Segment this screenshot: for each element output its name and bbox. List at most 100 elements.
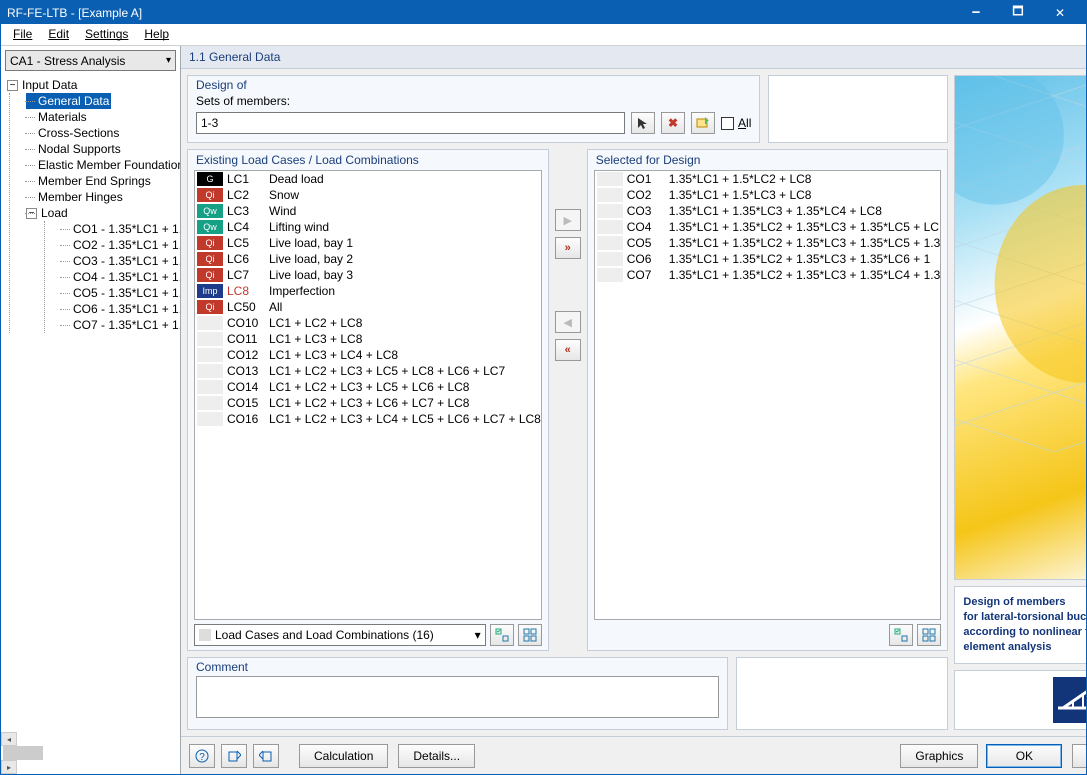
all-checkbox[interactable]: All [721,116,751,130]
design-aside-box [768,75,948,143]
load-case-desc: Live load, bay 1 [269,235,541,251]
help-button[interactable]: ? [189,744,215,768]
tree-item[interactable]: Cross-Sections [26,125,180,141]
close-button[interactable]: ✕ [1040,3,1080,23]
add-one-button[interactable]: ▶ [555,209,581,231]
selected-row[interactable]: CO31.35*LC1 + 1.35*LC3 + 1.35*LC4 + LC8 [595,203,941,219]
load-case-row[interactable]: QiLC2Snow [195,187,541,203]
tree-load-item[interactable]: CO2 - 1.35*LC1 + 1.5*LC3 [61,237,180,253]
comment-input[interactable] [196,676,719,718]
load-case-row[interactable]: QiLC50All [195,299,541,315]
side-column: RF-FE-LTB Design of members for lateral-… [954,75,1086,730]
load-case-row[interactable]: QiLC5Live load, bay 1 [195,235,541,251]
menu-settings[interactable]: Settings [77,24,136,45]
tree-load-node[interactable]: −Load [26,205,180,221]
collapse-icon[interactable]: − [26,208,37,219]
tree-load-item[interactable]: CO7 - 1.35*LC1 + 1.35*LC2 [61,317,180,333]
load-case-row[interactable]: QwLC4Lifting wind [195,219,541,235]
deselect-all-selected-button[interactable] [917,624,941,646]
selected-row[interactable]: CO61.35*LC1 + 1.35*LC2 + 1.35*LC3 + 1.35… [595,251,941,267]
combo-id: CO3 [627,203,669,219]
nav-hscrollbar[interactable]: ◂ ▸ [1,732,180,774]
clear-selection-button[interactable]: ✖ [661,112,685,134]
filter-combo[interactable]: Load Cases and Load Combinations (16) ▾ [194,624,486,646]
ok-button[interactable]: OK [986,744,1062,768]
select-all-selected-button[interactable] [889,624,913,646]
filter-label: Load Cases and Load Combinations (16) [215,628,434,642]
tree-load-item[interactable]: CO5 - 1.35*LC1 + 1.35*LC2 [61,285,180,301]
pick-from-model-button[interactable] [631,112,655,134]
tree-load-item[interactable]: CO4 - 1.35*LC1 + 1.35*LC2 [61,269,180,285]
details-button[interactable]: Details... [398,744,475,768]
load-case-desc: Lifting wind [269,219,541,235]
remove-one-button[interactable]: ◀ [555,311,581,333]
load-case-row[interactable]: GLC1Dead load [195,171,541,187]
graphics-button[interactable]: Graphics [900,744,978,768]
tree-item[interactable]: Elastic Member Foundations [26,157,180,173]
selected-row[interactable]: CO21.35*LC1 + 1.5*LC3 + LC8 [595,187,941,203]
load-case-row[interactable]: CO13LC1 + LC2 + LC3 + LC5 + LC8 + LC6 + … [195,363,541,379]
new-icon [696,116,710,130]
cancel-button[interactable]: Cancel [1072,744,1086,768]
load-case-id: LC8 [227,283,269,299]
load-case-row[interactable]: ImpLC8Imperfection [195,283,541,299]
load-case-row[interactable]: CO10LC1 + LC2 + LC8 [195,315,541,331]
combo-desc: 1.35*LC1 + 1.35*LC3 + 1.35*LC4 + LC8 [669,203,941,219]
selected-row[interactable]: CO51.35*LC1 + 1.35*LC2 + 1.35*LC3 + 1.35… [595,235,941,251]
menu-edit[interactable]: Edit [40,24,77,45]
tree-load-item[interactable]: CO6 - 1.35*LC1 + 1.35*LC2 [61,301,180,317]
category-tag [197,396,223,410]
load-case-desc: LC1 + LC2 + LC3 + LC5 + LC6 + LC8 [269,379,541,395]
collapse-icon[interactable]: − [7,80,18,91]
load-case-row[interactable]: QiLC6Live load, bay 2 [195,251,541,267]
add-all-button[interactable]: » [555,237,581,259]
combo-desc: 1.35*LC1 + 1.35*LC2 + 1.35*LC3 + 1.35*LC… [669,251,941,267]
scroll-thumb[interactable] [3,746,43,760]
desc-line-2: for lateral-torsional buckling [963,611,1086,623]
deselect-all-existing-button[interactable] [518,624,542,646]
load-case-row[interactable]: QiLC7Live load, bay 3 [195,267,541,283]
menu-help[interactable]: Help [136,24,177,45]
sets-of-members-input[interactable] [196,112,625,134]
tree-load-item[interactable]: CO3 - 1.35*LC1 + 1.35*LC2 [61,253,180,269]
tree-item[interactable]: Materials [26,109,180,125]
tree-root[interactable]: −Input Data [3,77,180,93]
export-button[interactable] [221,744,247,768]
existing-list[interactable]: GLC1Dead loadQiLC2SnowQwLC3WindQwLC4Lift… [194,170,542,620]
selected-row[interactable]: CO41.35*LC1 + 1.35*LC2 + 1.35*LC3 + 1.35… [595,219,941,235]
selected-row[interactable]: CO71.35*LC1 + 1.35*LC2 + 1.35*LC3 + 1.35… [595,267,941,283]
tree-item[interactable]: Member End Springs [26,173,180,189]
load-case-row[interactable]: CO14LC1 + LC2 + LC3 + LC5 + LC6 + LC8 [195,379,541,395]
new-set-button[interactable] [691,112,715,134]
brand-artwork: RF-FE-LTB [954,75,1086,580]
analysis-combo[interactable]: CA1 - Stress Analysis ▾ [5,50,176,71]
selected-list[interactable]: CO11.35*LC1 + 1.5*LC2 + LC8CO21.35*LC1 +… [594,170,942,620]
tree-item[interactable]: Nodal Supports [26,141,180,157]
remove-all-button[interactable]: « [555,339,581,361]
calculation-button[interactable]: Calculation [299,744,388,768]
load-case-row[interactable]: CO11LC1 + LC3 + LC8 [195,331,541,347]
menu-file[interactable]: File [5,24,40,45]
tree-item[interactable]: Member Hinges [26,189,180,205]
category-tag: G [197,172,223,186]
load-case-row[interactable]: CO12LC1 + LC3 + LC4 + LC8 [195,347,541,363]
tree-load-item[interactable]: CO1 - 1.35*LC1 + 1.5*LC2 [61,221,180,237]
category-tag [597,172,623,186]
load-case-id: CO15 [227,395,269,411]
selected-row[interactable]: CO11.35*LC1 + 1.5*LC2 + LC8 [595,171,941,187]
category-tag: Qi [197,268,223,282]
load-case-row[interactable]: CO15LC1 + LC2 + LC3 + LC6 + LC7 + LC8 [195,395,541,411]
scroll-left-icon[interactable]: ◂ [1,732,17,746]
scroll-right-icon[interactable]: ▸ [1,760,17,774]
select-all-existing-button[interactable] [490,624,514,646]
import-button[interactable] [253,744,279,768]
load-case-row[interactable]: CO16LC1 + LC2 + LC3 + LC4 + LC5 + LC6 + … [195,411,541,427]
svg-text:?: ? [199,752,205,763]
minimize-button[interactable]: 🗕 [956,3,996,23]
load-case-row[interactable]: QwLC3Wind [195,203,541,219]
category-tag: Qw [197,220,223,234]
category-tag [197,316,223,330]
category-tag: Imp [197,284,223,298]
maximize-button[interactable]: 🗖 [998,3,1038,23]
tree-item[interactable]: General Data [26,93,111,109]
